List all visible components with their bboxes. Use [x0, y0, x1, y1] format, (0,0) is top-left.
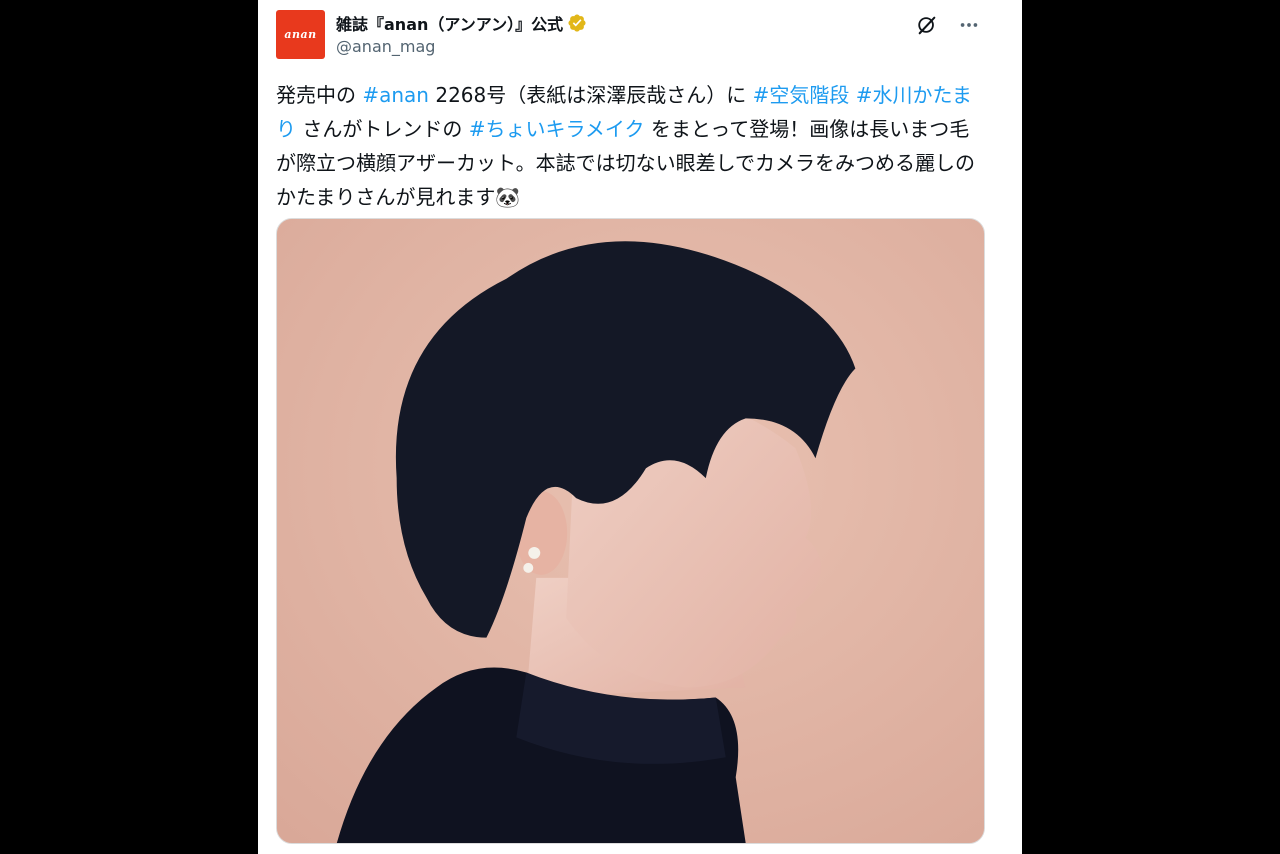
header-actions	[914, 12, 982, 38]
more-icon[interactable]	[956, 12, 982, 38]
tweet-text-segment: 2268号（表紙は深澤辰哉さん）に	[428, 83, 753, 107]
tweet-text-segment: 発売中の	[276, 83, 363, 107]
cut-off-next-content	[278, 848, 498, 854]
name-row: 雑誌『anan（アンアン）』公式	[336, 11, 587, 35]
tweet-photo[interactable]	[276, 218, 985, 844]
hashtag-link[interactable]: #空気階段	[753, 83, 850, 107]
account-handle[interactable]: @anan_mag	[336, 37, 435, 56]
tweet-text-segment: さんがトレンドの	[296, 117, 469, 141]
display-name[interactable]: 雑誌『anan（アンアン）』公式	[336, 11, 563, 35]
screenshot-stage: anan 雑誌『anan（アンアン）』公式 @anan_mag 発売中の #an…	[0, 0, 1280, 854]
avatar-logo: anan	[284, 28, 317, 41]
hashtag-link[interactable]: #anan	[362, 83, 429, 107]
grok-icon[interactable]	[914, 12, 940, 38]
hashtag-link[interactable]: #ちょいキラメイク	[469, 117, 645, 141]
portrait-photo	[277, 219, 984, 843]
avatar[interactable]: anan	[276, 10, 325, 59]
tweet-card[interactable]: anan 雑誌『anan（アンアン）』公式 @anan_mag 発売中の #an…	[258, 0, 1022, 854]
verified-badge-icon[interactable]	[567, 13, 587, 33]
tweet-text: 発売中の #anan 2268号（表紙は深澤辰哉さん）に #空気階段 #水川かた…	[276, 78, 988, 214]
